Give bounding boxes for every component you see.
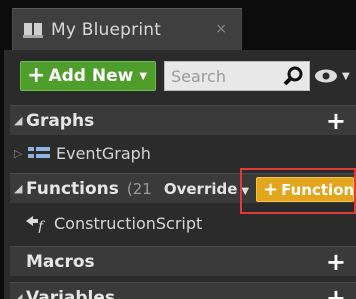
section-label: Functions xyxy=(26,178,119,199)
search-icon[interactable] xyxy=(283,65,305,87)
tab-strip: My Blueprint × xyxy=(0,0,356,50)
blueprint-book-icon xyxy=(23,22,43,38)
add-new-label: Add New xyxy=(48,66,134,86)
chevron-down-icon: ▼ xyxy=(342,70,350,82)
override-dropdown[interactable]: Override ▼ xyxy=(164,180,249,198)
item-label: EventGraph xyxy=(56,143,151,163)
collapse-arrow-icon: ◢ xyxy=(14,182,23,195)
expand-arrow-icon: ▷ xyxy=(14,146,23,160)
list-item-eventgraph[interactable]: ▷ EventGraph xyxy=(10,138,356,168)
section-variables[interactable]: ◢ Variables + xyxy=(10,282,356,299)
search-input[interactable] xyxy=(171,66,281,86)
view-options-button[interactable]: ▼ xyxy=(314,64,354,88)
section-graphs[interactable]: ◢ Graphs + xyxy=(10,105,356,135)
collapse-arrow-icon: ◢ xyxy=(14,291,23,299)
add-macro-button[interactable]: + xyxy=(326,250,346,274)
add-graph-button[interactable]: + xyxy=(326,109,346,133)
section-label: Macros xyxy=(26,251,95,272)
eye-icon xyxy=(315,69,337,83)
plus-icon: + xyxy=(27,63,46,88)
tab-my-blueprint[interactable]: My Blueprint × xyxy=(12,8,242,50)
search-box[interactable] xyxy=(164,61,310,91)
collapse-arrow-icon: ◢ xyxy=(14,114,23,127)
add-variable-button[interactable]: + xyxy=(326,286,346,299)
event-graph-icon xyxy=(28,147,50,158)
highlight-box xyxy=(240,168,356,214)
function-icon: f xyxy=(26,216,46,233)
add-new-button[interactable]: + Add New ▼ xyxy=(20,61,156,91)
override-label: Override xyxy=(163,179,238,198)
section-macros[interactable]: Macros + xyxy=(10,246,356,276)
svg-text:f: f xyxy=(37,219,46,233)
toolbar: + Add New ▼ ▼ xyxy=(14,58,356,94)
tab-title: My Blueprint xyxy=(51,19,162,40)
chevron-down-icon: ▼ xyxy=(139,70,148,82)
section-label: Graphs xyxy=(26,110,95,131)
tab-close-icon[interactable]: × xyxy=(215,21,227,37)
function-count: (21 xyxy=(126,179,152,198)
section-label: Variables xyxy=(26,287,116,299)
item-label: ConstructionScript xyxy=(54,213,203,233)
